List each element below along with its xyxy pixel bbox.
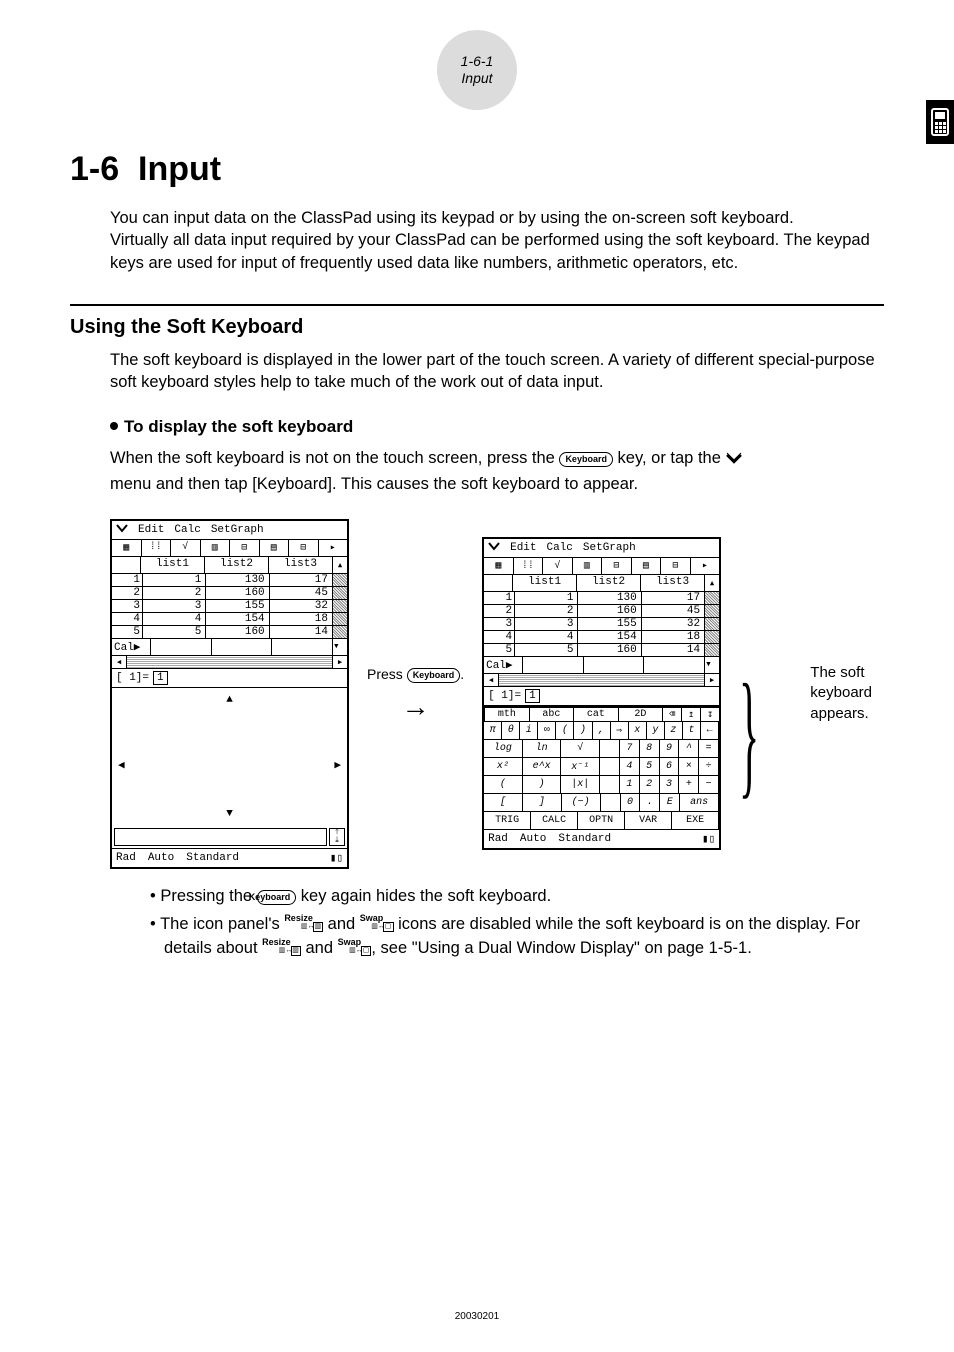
section-lead: The soft keyboard is displayed in the lo…	[110, 349, 884, 394]
header-pagenum: 1-6-1	[461, 53, 494, 70]
v-menu-icon	[725, 450, 743, 473]
arrow-pad: ▲ ▼ ◀ ▶ ⤒⤓	[112, 688, 347, 849]
toolbar: ▦ ⁞⁞ √ ▥ ⊟ ▤ ⊟ ▸	[112, 540, 347, 557]
battery-icon: ▮▯	[330, 851, 343, 865]
thumb-tab	[926, 100, 954, 144]
calculator-icon	[930, 108, 950, 136]
note-item: The icon panel's Resize▥↔▥ and Swap▥↔▢ i…	[150, 913, 884, 961]
footer-datecode: 20030201	[0, 1311, 954, 1322]
arrow-left-icon: ◀	[118, 758, 125, 772]
tool-icon: ⁞⁞	[142, 540, 172, 556]
swap-icon: ▥↔▢	[361, 946, 371, 956]
notes-list: Pressing the Keyboard key again hides th…	[110, 885, 884, 961]
intro-text: You can input data on the ClassPad using…	[110, 207, 884, 274]
after-screen: Edit Calc SetGraph ▦⁞⁞√▥ ⊟▤⊟▸ list1 list…	[482, 537, 721, 850]
procedure-text: When the soft keyboard is not on the tou…	[110, 447, 884, 496]
page-header-circle: 1-6-1 Input	[437, 30, 517, 110]
keyboard-key-icon: Keyboard	[407, 668, 461, 683]
arrow-down-icon: ▼	[226, 808, 233, 820]
tool-icon: ⊟	[289, 540, 319, 556]
menubar: Edit Calc SetGraph	[112, 521, 347, 540]
arrow-right-icon: →	[402, 693, 430, 721]
annotation: }The soft keyboard appears.	[739, 663, 880, 724]
tool-icon: ▦	[112, 540, 142, 556]
soft-keyboard: mth abc cat 2D ⌫ ↥ ↧ πθi∞(),⇒xyzt←logln√…	[484, 706, 719, 830]
up-icon: ↥	[681, 707, 701, 722]
procedure-heading: To display the soft keyboard	[110, 417, 884, 437]
tool-icon: ▥	[201, 540, 231, 556]
close-icon: ⌫	[662, 707, 682, 722]
v-menu-icon	[488, 541, 500, 555]
swap-icon: ▥↔▢	[383, 922, 393, 932]
v-menu-icon	[116, 523, 128, 537]
chapter-title: 1-6 Input	[70, 150, 884, 189]
tool-icon: √	[171, 540, 201, 556]
keyboard-key-icon: Keyboard	[257, 890, 297, 905]
down-icon: ↧	[700, 707, 720, 722]
screens-row: Edit Calc SetGraph ▦ ⁞⁞ √ ▥ ⊟ ▤ ⊟ ▸ list…	[110, 519, 884, 869]
note-item: Pressing the Keyboard key again hides th…	[150, 885, 884, 909]
before-screen: Edit Calc SetGraph ▦ ⁞⁞ √ ▥ ⊟ ▤ ⊟ ▸ list…	[110, 519, 349, 869]
tool-icon: ▸	[319, 540, 348, 556]
resize-icon: ▥↔▥	[291, 946, 301, 956]
keyboard-key-icon: Keyboard	[559, 452, 613, 467]
header-pagename: Input	[461, 70, 492, 87]
tool-icon: ▤	[260, 540, 290, 556]
transition: Press Keyboard. →	[367, 666, 464, 721]
section-title: Using the Soft Keyboard	[70, 316, 884, 339]
battery-icon: ▮▯	[702, 832, 715, 846]
tool-icon: ⊟	[230, 540, 260, 556]
resize-icon: ▥↔▥	[313, 922, 323, 932]
arrow-right-icon: ▶	[334, 758, 341, 772]
section-rule	[70, 304, 884, 306]
arrow-up-icon: ▲	[226, 694, 233, 706]
